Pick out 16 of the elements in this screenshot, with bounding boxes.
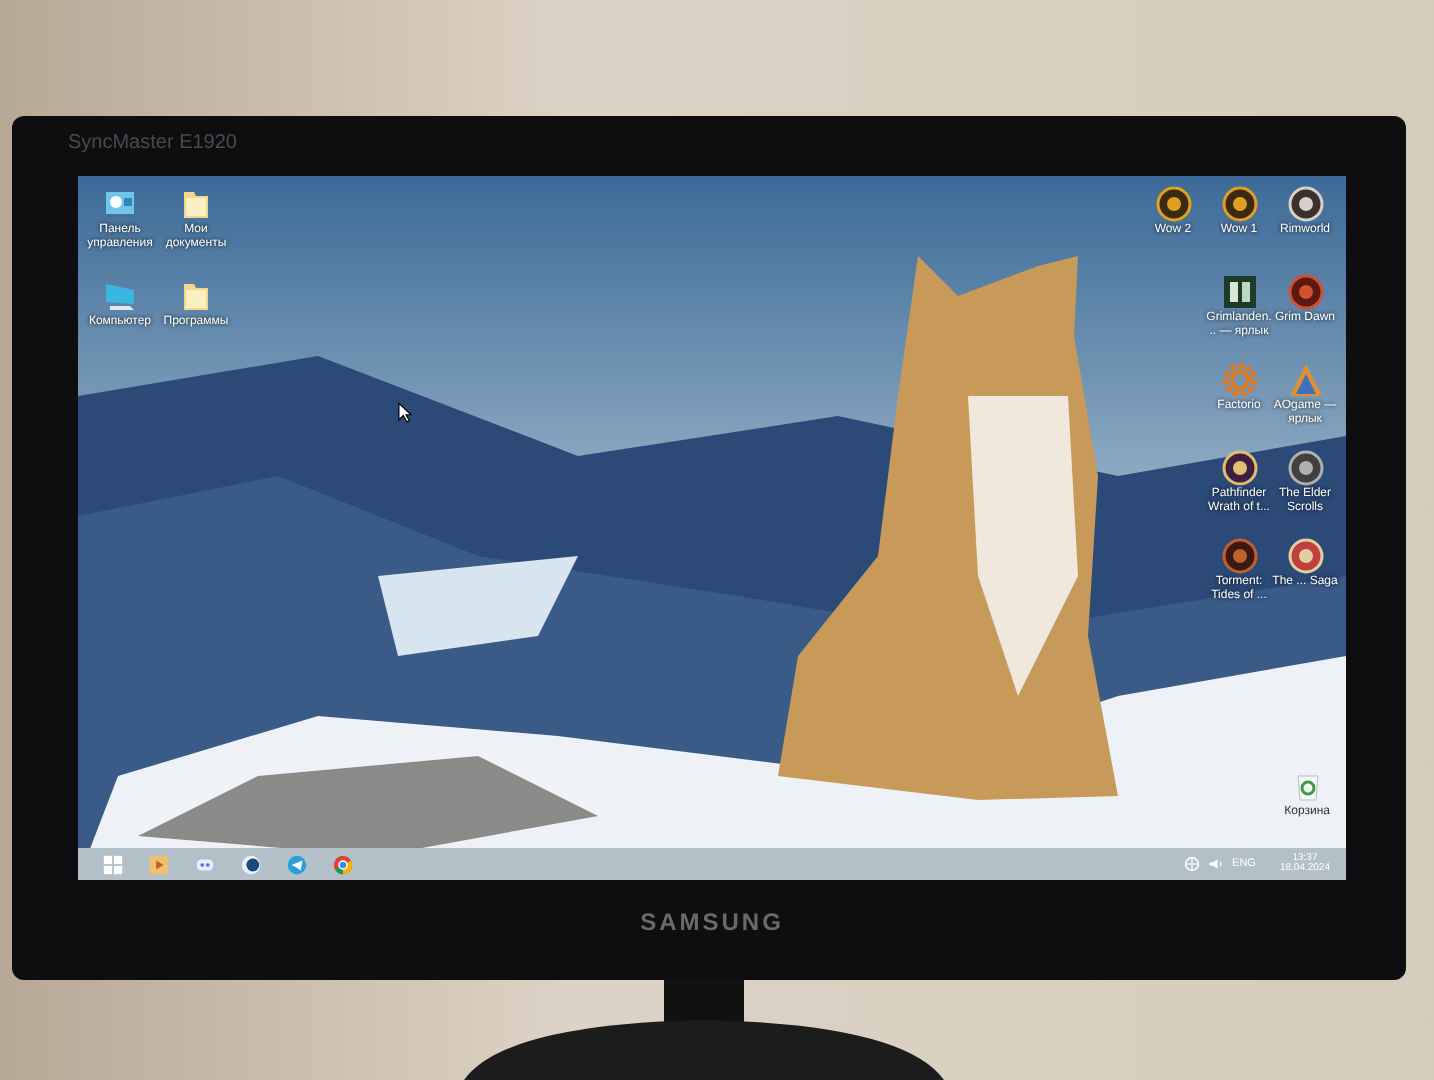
computer-icon — [102, 278, 138, 314]
telegram-icon[interactable] — [286, 853, 308, 875]
gear-icon — [1221, 362, 1257, 398]
speaker-icon[interactable] — [1208, 856, 1225, 872]
brand-label: SAMSUNG — [640, 908, 784, 936]
browser-icon[interactable] — [332, 853, 354, 875]
folder-icon — [178, 278, 214, 314]
folder-icon — [178, 186, 214, 222]
start-icon[interactable] — [102, 853, 124, 875]
tile-icon — [1221, 274, 1257, 310]
mouse-cursor-icon — [398, 402, 412, 424]
crescent-app-icon[interactable] — [240, 853, 262, 875]
model-label: SyncMaster E1920 — [68, 132, 237, 154]
triangle-icon — [1287, 362, 1323, 398]
globe-icon[interactable] — [1184, 856, 1201, 872]
media-player-icon[interactable] — [148, 853, 170, 875]
